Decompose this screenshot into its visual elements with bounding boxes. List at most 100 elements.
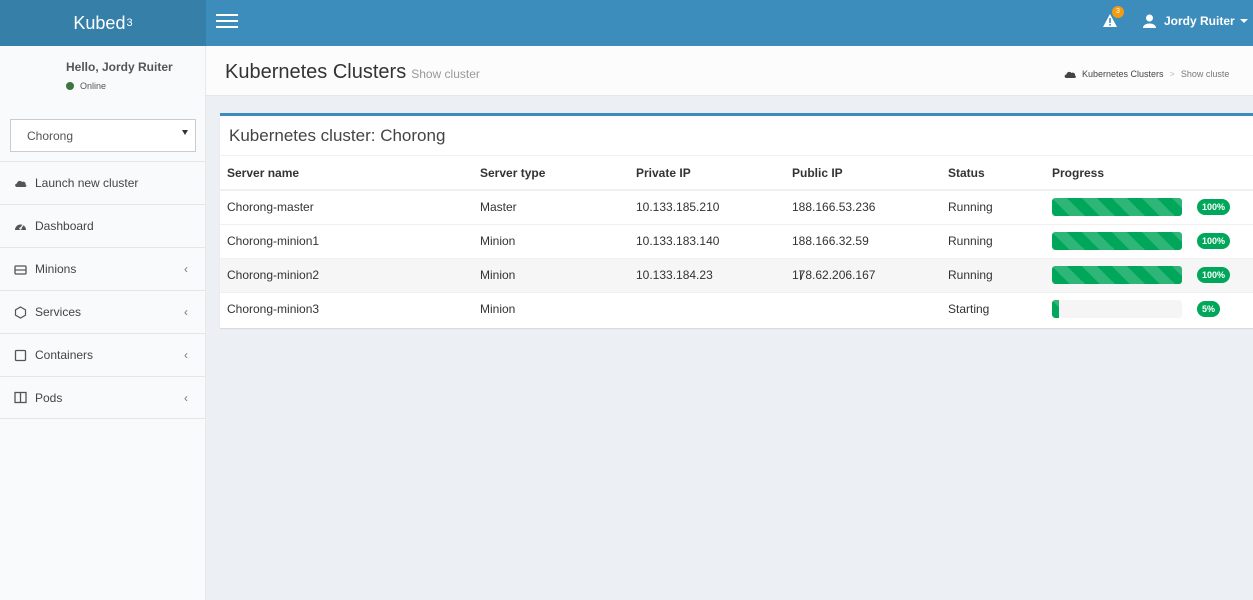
progress-bar: [1052, 300, 1182, 319]
square-icon: [14, 349, 27, 361]
servers-table: Server name Server type Private IP Publi…: [220, 156, 1253, 326]
public-ip: [792, 291, 948, 326]
box-title: Kubernetes cluster: Chorong: [220, 116, 1253, 156]
sidebar-item-label: Launch new cluster: [35, 176, 139, 190]
chevron-left-icon: ‹: [184, 348, 188, 362]
cluster-box: Kubernetes cluster: Chorong Server name …: [220, 113, 1253, 328]
dropdown-arrow-icon: [182, 130, 188, 135]
breadcrumb: Kubernetes Clusters > Show cluste: [1064, 69, 1229, 79]
chevron-left-icon: ‹: [184, 391, 188, 405]
progress-bar: [1052, 198, 1182, 217]
sidebar-item-containers[interactable]: Containers ‹: [0, 333, 205, 376]
app-logo[interactable]: Kubed 3: [0, 0, 206, 46]
sidebar-toggle-icon[interactable]: [216, 11, 238, 31]
progress-fill: [1052, 300, 1059, 319]
cluster-select[interactable]: Chorong: [10, 119, 196, 152]
server-status: Running: [948, 189, 1052, 224]
sidebar-item-label: Minions: [35, 262, 77, 276]
page-subtitle: Show cluster: [411, 67, 480, 81]
table-row: Chorong-minion2 Minion 10.133.184.23 178…: [220, 257, 1253, 292]
server-type: Master: [480, 189, 636, 224]
server-name: Chorong-minion1: [220, 223, 480, 258]
sidebar-item-pods[interactable]: Pods ‹: [0, 376, 205, 419]
table-header-row: Server name Server type Private IP Publi…: [220, 156, 1253, 191]
column-header: Server type: [480, 156, 636, 191]
sidebar-menu: Launch new cluster Dashboard Minions ‹ S…: [0, 161, 205, 419]
user-panel: Hello, Jordy Ruiter Online: [0, 46, 205, 106]
server-type: Minion: [480, 257, 636, 292]
user-icon: [1143, 14, 1156, 28]
table-row: Chorong-minion3 Minion Starting 5%: [220, 291, 1253, 326]
column-header: Server name: [220, 156, 480, 191]
public-ip: 188.166.32.59: [792, 223, 948, 258]
status-dot-icon: [66, 82, 74, 90]
server-name: Chorong-master: [220, 189, 480, 224]
progress-cell: 5%: [1052, 300, 1253, 319]
columns-icon: [14, 391, 27, 404]
column-header: Status: [948, 156, 1052, 191]
progress-bar: [1052, 232, 1182, 250]
server-status: Running: [948, 223, 1052, 258]
table-row: Chorong-master Master 10.133.185.210 188…: [220, 189, 1253, 224]
progress-fill: [1052, 232, 1182, 250]
progress-badge: 5%: [1197, 301, 1221, 318]
text-cursor-icon: I: [799, 269, 803, 283]
public-ip: 178.62.206.167: [792, 257, 948, 292]
progress-cell: 100%: [1052, 198, 1253, 217]
online-status: Online: [66, 81, 205, 91]
progress-fill: [1052, 266, 1182, 284]
private-ip: 10.133.185.210: [636, 189, 792, 224]
sidebar-item-launch-new-cluster[interactable]: Launch new cluster: [0, 161, 205, 204]
page-title: Kubernetes Clusters Show cluster: [225, 61, 480, 84]
column-header: Progress: [1052, 156, 1253, 191]
greeting: Hello, Jordy Ruiter: [66, 60, 173, 74]
page-title-text: Kubernetes Clusters: [225, 61, 407, 83]
server-name: Chorong-minion3: [220, 291, 480, 326]
cloud-icon: [1064, 71, 1076, 78]
server-name: Chorong-minion2: [220, 257, 480, 292]
column-header: Public IP: [792, 156, 948, 191]
private-ip: 10.133.183.140: [636, 223, 792, 258]
progress-badge: 100%: [1197, 233, 1231, 249]
logo-text: Kubed: [73, 12, 126, 33]
server-type: Minion: [480, 291, 636, 326]
progress-fill: [1052, 198, 1182, 217]
alert-count-badge: 3: [1112, 6, 1124, 18]
private-ip: [636, 291, 792, 326]
user-menu-button[interactable]: Jordy Ruiter: [1143, 14, 1248, 28]
hexagon-icon: [14, 305, 27, 319]
sidebar: Hello, Jordy Ruiter Online Chorong Launc…: [0, 46, 206, 600]
progress-cell: 100%: [1052, 266, 1253, 284]
private-ip: 10.133.184.23: [636, 257, 792, 292]
sidebar-item-minions[interactable]: Minions ‹: [0, 247, 205, 290]
progress-badge: 100%: [1197, 267, 1231, 283]
progress-cell: 100%: [1052, 232, 1253, 250]
sidebar-item-services[interactable]: Services ‹: [0, 290, 205, 333]
progress-badge: 100%: [1197, 199, 1231, 216]
server-type: Minion: [480, 223, 636, 258]
breadcrumb-separator: >: [1169, 69, 1175, 79]
progress-bar: [1052, 266, 1182, 284]
alerts-button[interactable]: 3: [1102, 6, 1124, 33]
server-status: Running: [948, 257, 1052, 292]
public-ip: 188.166.53.236: [792, 189, 948, 224]
breadcrumb-current: Show cluste: [1180, 69, 1230, 79]
server-status: Starting: [948, 291, 1052, 326]
table-row: Chorong-minion1 Minion 10.133.183.140 18…: [220, 223, 1253, 258]
breadcrumb-link-clusters[interactable]: Kubernetes Clusters: [1082, 69, 1164, 79]
sidebar-item-label: Pods: [35, 390, 63, 405]
sidebar-item-label: Containers: [35, 348, 94, 362]
dashboard-icon: [15, 224, 26, 230]
top-bar: Kubed 3 3 Jordy Ruiter: [0, 0, 1253, 46]
column-header: Private IP: [636, 156, 792, 191]
chevron-left-icon: ‹: [184, 305, 188, 319]
sidebar-item-label: Services: [35, 305, 82, 319]
sidebar-item-dashboard[interactable]: Dashboard: [0, 204, 205, 247]
logo-superscript: 3: [126, 17, 133, 29]
cloud-icon: [15, 180, 27, 187]
server-icon: [14, 264, 27, 275]
navbar: 3 Jordy Ruiter: [206, 0, 1253, 46]
cluster-select-value: Chorong: [27, 129, 74, 143]
user-name: Jordy Ruiter: [1164, 14, 1235, 28]
chevron-down-icon: [1239, 19, 1248, 23]
